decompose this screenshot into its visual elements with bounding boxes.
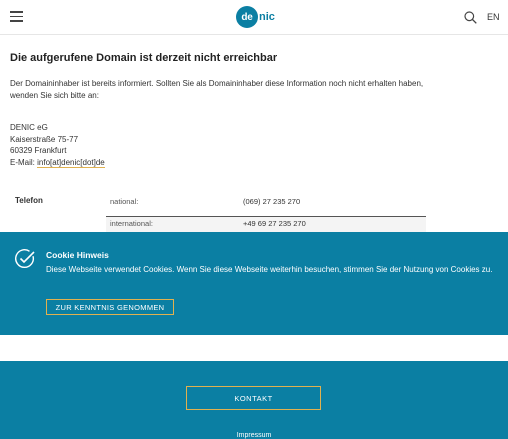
contact-button[interactable]: KONTAKT [186,386,321,410]
language-switch[interactable]: EN [487,12,500,22]
intro-text: Der Domaininhaber ist bereits informiert… [10,79,424,100]
cookie-banner: Cookie Hinweis Diese Webseite verwendet … [0,232,508,335]
denic-logo[interactable]: de nic [236,6,275,28]
email-label: E-Mail: [10,157,38,167]
hamburger-menu-icon[interactable] [10,11,23,22]
phone-key: international: [110,219,153,228]
logo-text: nic [259,11,275,23]
phone-value: (069) 27 235 270 [243,197,301,206]
page-title: Die aufgerufene Domain ist derzeit nicht… [10,52,278,64]
impressum-link[interactable]: Impressum [0,432,508,439]
footer: KONTAKT Impressum [0,361,508,439]
phone-key: national: [110,197,139,206]
address-street: Kaiserstraße 75-77 [10,134,79,144]
address-email-row: E-Mail: info[at]denic[dot]de [10,157,105,169]
top-header: de nic EN [0,0,508,35]
check-circle-icon [15,249,35,269]
phone-label: Telefon [15,196,43,205]
phone-value: +49 69 27 235 270 [243,219,306,228]
search-icon[interactable] [464,11,477,24]
email-link[interactable]: info[at]denic[dot]de [37,157,105,168]
address-company: DENIC eG [10,123,48,132]
phone-row-international: international: +49 69 27 235 270 [106,216,426,233]
cookie-text: Diese Webseite verwendet Cookies. Wenn S… [46,265,493,274]
contact-address: DENIC eG Kaiserstraße 75-77 60329 Frankf… [10,122,105,168]
cookie-accept-button[interactable]: ZUR KENNTNIS GENOMMEN [46,299,174,315]
phone-row-national: national: (069) 27 235 270 [106,195,426,211]
logo-mark: de [236,6,258,28]
cookie-title: Cookie Hinweis [46,250,109,260]
address-city: 60329 Frankfurt [10,146,67,155]
